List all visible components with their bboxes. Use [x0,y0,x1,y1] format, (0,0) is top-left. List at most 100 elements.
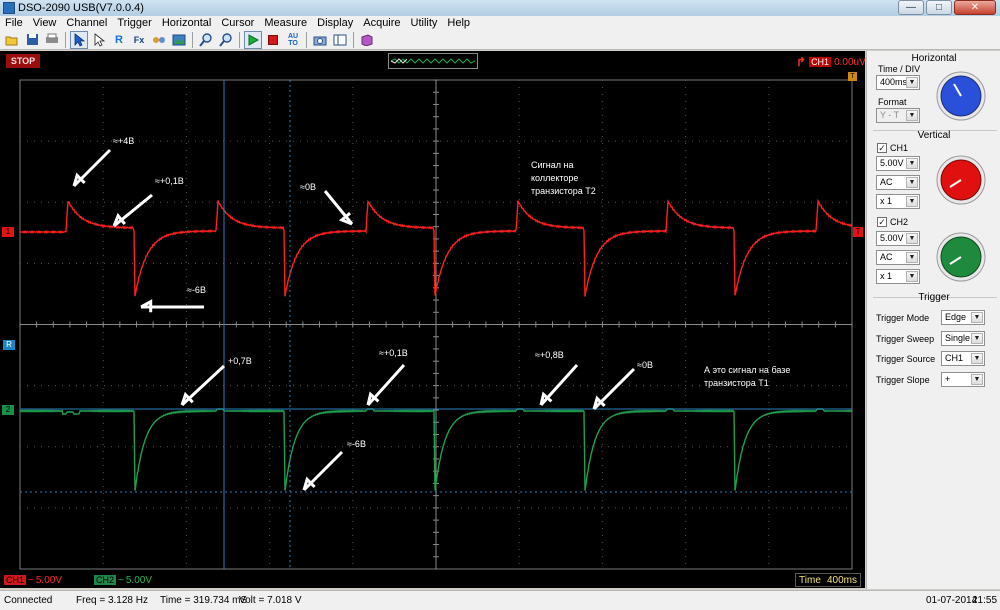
menu-file[interactable]: File [0,16,28,30]
scope-canvas[interactable] [0,72,865,572]
library-button[interactable] [358,31,376,49]
close-button[interactable]: ✕ [954,0,996,15]
rising-edge-icon: ↱ [796,55,807,69]
ch2-checkbox[interactable]: ✓ CH2 [877,217,908,227]
menu-channel[interactable]: Channel [61,16,112,30]
ch1-coupling-select[interactable]: AC ▼ [876,175,920,190]
control-panel: Horizontal Time / DIV 400ms ▼ Format Y -… [866,51,1000,589]
ch1-scale-tag[interactable]: CH1 ~ 5.00V [4,573,62,587]
pointer-icon [94,32,105,47]
ch2-ground-marker[interactable]: 2 [2,405,14,415]
ch2-coupling-symbol: ~ [118,574,124,586]
open-button[interactable] [3,31,21,49]
ch1-checkbox[interactable]: ✓ CH1 [877,143,908,153]
time-div-select[interactable]: 400ms ▼ [876,75,920,90]
run-button[interactable] [244,30,262,49]
ch2-volts-select[interactable]: 5.00V ▼ [876,231,920,246]
trigger-level-marker[interactable]: T [853,227,863,237]
menu-utility[interactable]: Utility [406,16,443,30]
display-settings-icon [333,34,347,45]
snapshot-button[interactable] [311,31,329,49]
menu-acquire[interactable]: Acquire [358,16,405,30]
trigger-source-label: Trigger Source [876,354,936,364]
zoom-in-button[interactable] [197,31,215,49]
ch1-volts-knob[interactable] [935,154,987,206]
fft-button[interactable]: Fx [130,31,148,49]
zoom-out-button[interactable] [217,31,235,49]
format-value: Y - T [880,110,900,120]
trigger-mode-select[interactable]: Edge ▼ [941,310,985,325]
scope-screen[interactable]: 1 2 R T T ≈+4В ≈+0,1В ≈0В ≈-6В Сигнал на… [0,72,865,572]
maximize-button[interactable]: □ [926,0,952,15]
trigger-slope-value: + [945,374,951,384]
save-button[interactable] [23,31,41,49]
trigger-position-marker[interactable]: T [848,72,857,81]
stop-button[interactable] [264,31,282,49]
ch2-badge: CH2 [94,575,117,585]
chevron-down-icon: ▼ [971,374,983,385]
chevron-down-icon: ▼ [906,196,918,207]
chevron-down-icon: ▼ [906,233,918,244]
trigger-source-select[interactable]: CH1 ▼ [941,351,985,366]
horizontal-knob[interactable] [935,70,987,122]
zoom-out-icon [219,32,232,47]
trigger-position-preview[interactable] [388,53,478,69]
ch1-volts-select[interactable]: 5.00V ▼ [876,156,920,171]
menu-measure[interactable]: Measure [259,16,312,30]
annot-ch2-c: ≈+0,8В [535,350,564,360]
ch2-probe-select[interactable]: x 1 ▼ [876,269,920,284]
trigger-sweep-label: Trigger Sweep [876,334,935,344]
toolbar-separator [306,31,307,48]
minimize-button[interactable]: — [898,0,924,15]
trigger-sweep-select[interactable]: Single ▼ [941,331,985,346]
ch1-coupling-symbol: ~ [28,574,34,586]
arrow-ch1-step [113,193,153,228]
check-icon: ✓ [877,217,887,227]
time-div-tag[interactable]: Time 400ms [795,573,861,587]
freq-readout: Freq = 3.128 Hz [76,595,148,606]
reference-button[interactable]: R [110,31,128,49]
display-settings-button[interactable] [331,31,349,49]
volt-readout: Volt = 7.018 V [239,595,302,606]
print-button[interactable] [43,31,61,49]
trigger-source-value: CH1 [945,353,964,363]
oscilloscope-app: DSO-2090 USB(V7.0.0.4) — □ ✕ File View C… [0,0,1000,610]
menu-help[interactable]: Help [442,16,475,30]
chevron-down-icon: ▼ [906,158,918,169]
cursor-select-button[interactable] [70,30,88,49]
time-value: 400ms [826,574,857,586]
annot-ch2-a: +0,7В [228,356,252,366]
menu-cursor[interactable]: Cursor [216,16,259,30]
menu-trigger[interactable]: Trigger [112,16,156,30]
reference-marker[interactable]: R [3,340,15,350]
ch1-ground-marker[interactable]: 1 [2,227,14,237]
format-select[interactable]: Y - T ▼ [876,108,920,123]
image-button[interactable] [170,31,188,49]
menu-view[interactable]: View [28,16,62,30]
ch2-volts-value: 5.00V [880,233,904,243]
stop-icon [268,34,278,45]
toolbar-separator [65,31,66,48]
annot-ch2-caption-2: транзистора Т1 [704,378,769,388]
ch2-volts-knob[interactable] [935,231,987,283]
ch1-probe-select[interactable]: x 1 ▼ [876,194,920,209]
trigger-mode-value: Edge [945,312,967,322]
grid [19,79,853,570]
math-icon [153,36,165,43]
auto-set-button[interactable]: AU TO [284,31,302,49]
menu-horizontal[interactable]: Horizontal [157,16,217,30]
pointer-button[interactable] [90,31,108,49]
annot-ch1-caption-1: Сигнал на [531,160,574,170]
ch2-coupling-select[interactable]: AC ▼ [876,250,920,265]
menu-display[interactable]: Display [312,16,358,30]
auto-set-icon: AU TO [288,32,299,47]
trigger-slope-select[interactable]: + ▼ [941,372,985,387]
title-bar: DSO-2090 USB(V7.0.0.4) — □ ✕ [0,0,1000,16]
horizontal-section-title: Horizontal [911,53,957,64]
run-state-badge[interactable]: STOP [6,54,40,68]
open-icon [5,36,18,45]
format-label: Format [878,97,907,107]
trigger-sweep-value: Single [945,333,971,343]
ch2-scale-tag[interactable]: CH2 ~ 5.00V [94,573,152,587]
math-button[interactable] [150,31,168,49]
